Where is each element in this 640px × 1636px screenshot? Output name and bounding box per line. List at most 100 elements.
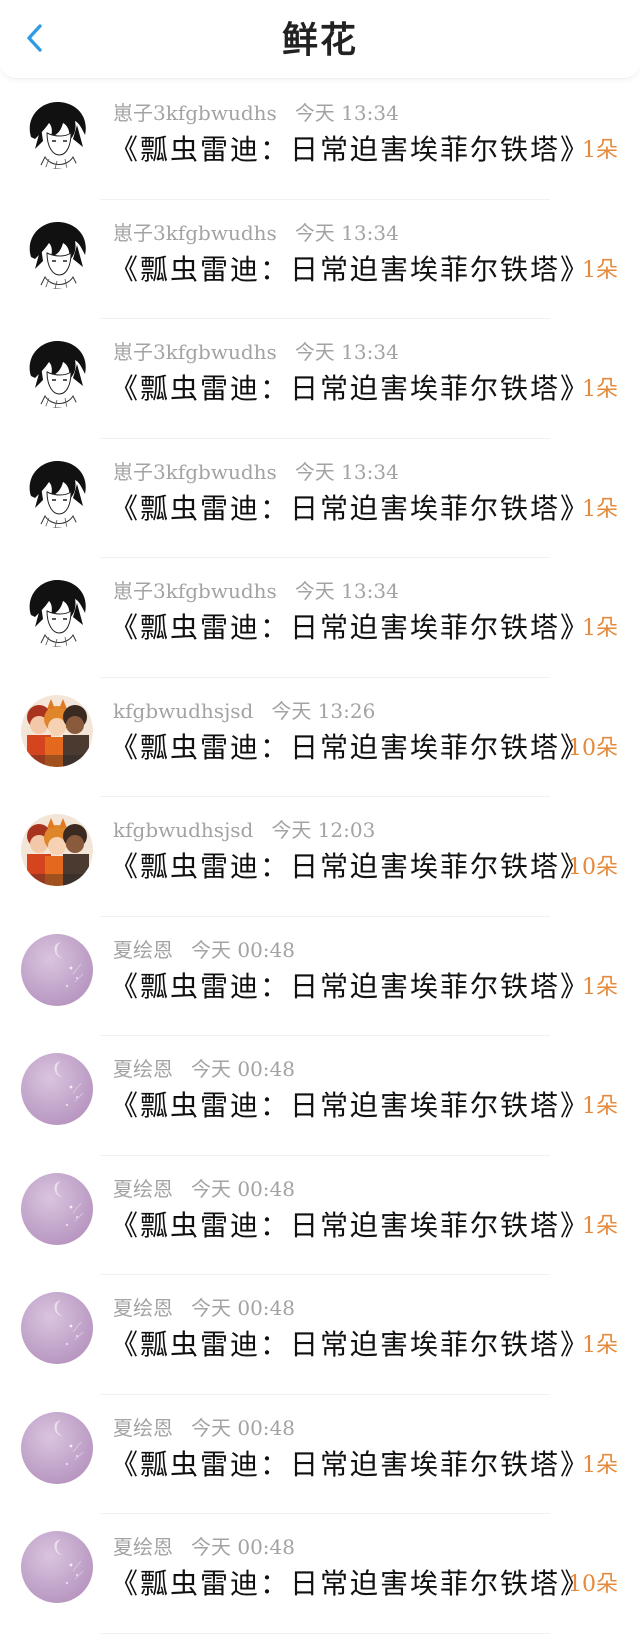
gift-meta: 崽子3kfgbwudhs 今天 13:34 [113, 339, 399, 365]
avatar[interactable] [21, 933, 93, 1006]
timestamp: 今天 12:03 [271, 818, 376, 842]
avatar[interactable] [21, 575, 93, 647]
list-item[interactable]: 崽子3kfgbwudhs 今天 13:34 《瓢虫雷迪：日常迫害埃菲尔铁塔》 1朵 [0, 558, 640, 678]
flower-count: 10朵 [568, 855, 618, 880]
anime-sketch-avatar [21, 216, 93, 289]
flower-count: 1朵 [582, 1094, 618, 1119]
lilac-moon-avatar [21, 1292, 93, 1364]
flower-count: 1朵 [582, 496, 618, 522]
book-title[interactable]: 《瓢虫雷迪：日常迫害埃菲尔铁塔》 [110, 132, 590, 168]
divider [100, 1632, 550, 1634]
gift-meta: 崽子3kfgbwudhs 今天 13:34 [113, 220, 399, 246]
gift-meta: kfgbwudhsjsd 今天 13:26 [113, 698, 375, 724]
book-title[interactable]: 《瓢虫雷迪：日常迫害埃菲尔铁塔》 [110, 1447, 590, 1483]
timestamp: 今天 00:48 [191, 1057, 295, 1081]
anime-sketch-avatar [21, 575, 93, 647]
anime-sketch-avatar [21, 336, 93, 408]
list-item[interactable]: kfgbwudhsjsd 今天 12:03 《瓢虫雷迪：日常迫害埃菲尔铁塔》 10朵 [0, 797, 640, 917]
username[interactable]: 崽子3kfgbwudhs [113, 101, 277, 125]
flower-count: 1朵 [582, 1452, 618, 1478]
gift-meta: 崽子3kfgbwudhs 今天 13:34 [113, 100, 399, 126]
timestamp: 今天 00:48 [191, 1535, 295, 1559]
gift-meta: 夏绘恩 今天 00:48 [113, 937, 295, 963]
list-item[interactable]: 崽子3kfgbwudhs 今天 13:34 《瓢虫雷迪：日常迫害埃菲尔铁塔》 1朵 [0, 80, 640, 200]
timestamp: 今天 13:34 [294, 340, 399, 364]
book-title[interactable]: 《瓢虫雷迪：日常迫害埃菲尔铁塔》 [110, 1566, 590, 1602]
avatar[interactable] [21, 1411, 93, 1484]
avatar[interactable] [21, 1531, 93, 1603]
list-item[interactable]: 夏绘恩 今天 00:48 《瓢虫雷迪：日常迫害埃菲尔铁塔》 1朵 [0, 917, 640, 1036]
book-title[interactable]: 《瓢虫雷迪：日常迫害埃菲尔铁塔》 [110, 252, 590, 288]
gift-meta: 崽子3kfgbwudhs 今天 13:34 [113, 459, 399, 485]
list-item[interactable]: 崽子3kfgbwudhs 今天 13:34 《瓢虫雷迪：日常迫害埃菲尔铁塔》 1朵 [0, 319, 640, 439]
timestamp: 今天 00:48 [191, 1296, 295, 1320]
avatar[interactable] [21, 455, 93, 528]
flower-count: 10朵 [568, 735, 618, 761]
book-title[interactable]: 《瓢虫雷迪：日常迫害埃菲尔铁塔》 [110, 969, 590, 1005]
flower-count: 10朵 [568, 1572, 618, 1597]
gift-meta: 夏绘恩 今天 00:48 [113, 1415, 295, 1441]
username[interactable]: kfgbwudhsjsd [113, 818, 253, 842]
avatar[interactable] [21, 694, 93, 767]
avatar[interactable] [21, 97, 93, 169]
username[interactable]: 崽子3kfgbwudhs [113, 460, 277, 484]
avatar[interactable] [21, 336, 93, 408]
flower-count: 1朵 [582, 257, 618, 283]
page-title: 鲜花 [281, 19, 358, 61]
anime-sketch-avatar [21, 455, 93, 528]
cartoon-group-avatar [21, 694, 93, 767]
anime-sketch-avatar [21, 97, 93, 169]
list-item[interactable]: kfgbwudhsjsd 今天 13:26 《瓢虫雷迪：日常迫害埃菲尔铁塔》 10朵 [0, 678, 640, 797]
book-title[interactable]: 《瓢虫雷迪：日常迫害埃菲尔铁塔》 [110, 491, 590, 527]
lilac-moon-avatar [21, 1172, 93, 1245]
book-title[interactable]: 《瓢虫雷迪：日常迫害埃菲尔铁塔》 [110, 610, 590, 646]
list-item[interactable]: 崽子3kfgbwudhs 今天 13:34 《瓢虫雷迪：日常迫害埃菲尔铁塔》 1朵 [0, 439, 640, 558]
list-item[interactable]: 夏绘恩 今天 00:48 《瓢虫雷迪：日常迫害埃菲尔铁塔》 1朵 [0, 1156, 640, 1275]
username[interactable]: 夏绘恩 [113, 1296, 173, 1320]
lilac-moon-avatar [21, 933, 93, 1006]
gift-meta: 夏绘恩 今天 00:48 [113, 1534, 295, 1560]
timestamp: 今天 00:48 [191, 937, 295, 962]
lilac-moon-avatar [21, 1053, 93, 1125]
gift-meta: kfgbwudhsjsd 今天 12:03 [113, 817, 375, 843]
lilac-moon-avatar [21, 1531, 93, 1603]
gift-meta: 夏绘恩 今天 00:48 [113, 1176, 295, 1202]
username[interactable]: 夏绘恩 [113, 1177, 173, 1201]
timestamp: 今天 00:48 [191, 1176, 295, 1201]
flower-count: 1朵 [582, 377, 618, 402]
list-item[interactable]: 夏绘恩 今天 00:48 《瓢虫雷迪：日常迫害埃菲尔铁塔》 1朵 [0, 1395, 640, 1514]
timestamp: 今天 00:48 [191, 1415, 295, 1440]
username[interactable]: 崽子3kfgbwudhs [113, 579, 277, 603]
avatar[interactable] [21, 1053, 93, 1125]
gift-meta: 夏绘恩 今天 00:48 [113, 1056, 295, 1082]
timestamp: 今天 13:34 [294, 459, 399, 484]
avatar[interactable] [21, 1292, 93, 1364]
cartoon-group-avatar [21, 814, 93, 886]
list-item[interactable]: 夏绘恩 今天 00:48 《瓢虫雷迪：日常迫害埃菲尔铁塔》 1朵 [0, 1275, 640, 1395]
book-title[interactable]: 《瓢虫雷迪：日常迫害埃菲尔铁塔》 [110, 849, 590, 885]
book-title[interactable]: 《瓢虫雷迪：日常迫害埃菲尔铁塔》 [110, 1208, 590, 1244]
username[interactable]: 夏绘恩 [113, 938, 173, 962]
list-item[interactable]: 崽子3kfgbwudhs 今天 13:34 《瓢虫雷迪：日常迫害埃菲尔铁塔》 1朵 [0, 200, 640, 319]
avatar[interactable] [21, 1172, 93, 1245]
username[interactable]: 崽子3kfgbwudhs [113, 221, 277, 245]
username[interactable]: kfgbwudhsjsd [113, 699, 253, 723]
timestamp: 今天 13:34 [294, 101, 399, 125]
lilac-moon-avatar [21, 1411, 93, 1484]
username[interactable]: 夏绘恩 [113, 1057, 173, 1081]
avatar[interactable] [21, 216, 93, 289]
timestamp: 今天 13:26 [271, 698, 376, 723]
list-item[interactable]: 夏绘恩 今天 00:48 《瓢虫雷迪：日常迫害埃菲尔铁塔》 1朵 [0, 1036, 640, 1156]
timestamp: 今天 13:34 [294, 579, 399, 603]
book-title[interactable]: 《瓢虫雷迪：日常迫害埃菲尔铁塔》 [110, 1088, 590, 1124]
username[interactable]: 崽子3kfgbwudhs [113, 340, 277, 364]
book-title[interactable]: 《瓢虫雷迪：日常迫害埃菲尔铁塔》 [110, 1327, 590, 1363]
list-item[interactable]: 夏绘恩 今天 00:48 《瓢虫雷迪：日常迫害埃菲尔铁塔》 10朵 [0, 1514, 640, 1634]
book-title[interactable]: 《瓢虫雷迪：日常迫害埃菲尔铁塔》 [110, 730, 590, 766]
book-title[interactable]: 《瓢虫雷迪：日常迫害埃菲尔铁塔》 [110, 371, 590, 407]
flower-count: 1朵 [582, 1213, 618, 1239]
timestamp: 今天 13:34 [294, 220, 399, 245]
avatar[interactable] [21, 814, 93, 886]
username[interactable]: 夏绘恩 [113, 1416, 173, 1440]
username[interactable]: 夏绘恩 [113, 1535, 173, 1559]
